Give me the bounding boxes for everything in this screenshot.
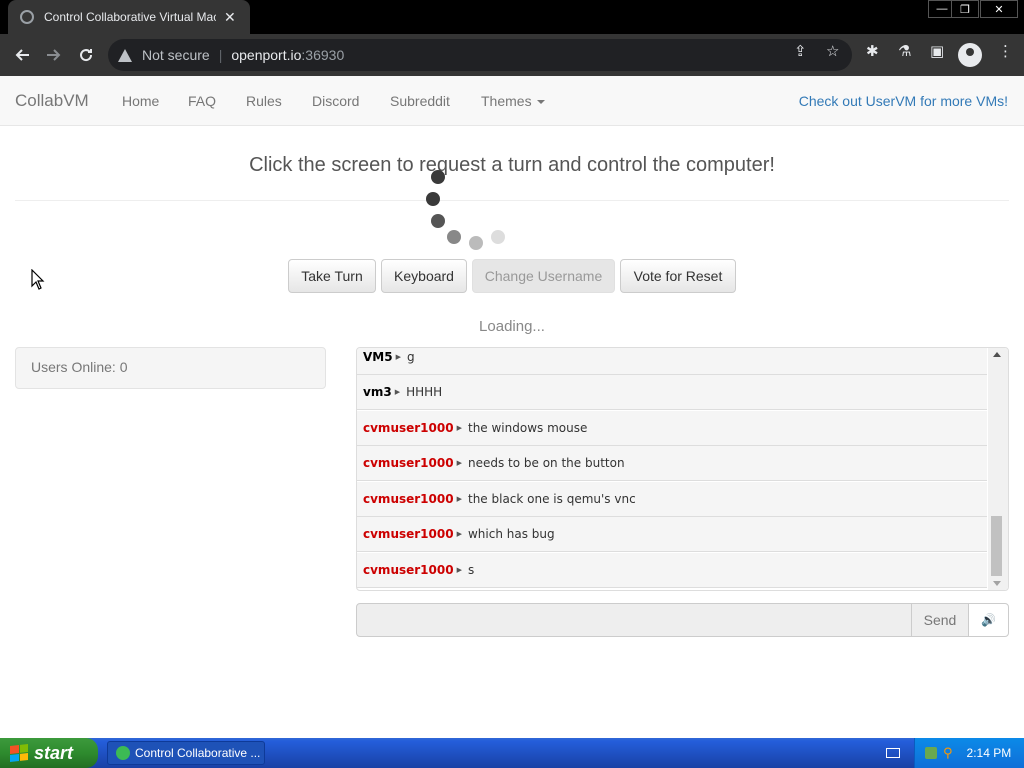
chat-username: cvmuser1000 [363, 421, 454, 435]
address-bar[interactable]: Not secure | openport.io :36930 [108, 39, 852, 71]
extensions-puzzle-icon[interactable]: ✱ [866, 42, 879, 60]
reload-icon [80, 49, 93, 62]
keyboard-button[interactable]: Keyboard [381, 259, 467, 293]
system-tray: ⚲ 2:14 PM [914, 738, 1024, 768]
change-username-button[interactable]: Change Username [472, 259, 615, 293]
volume-button[interactable]: 🔊 [968, 603, 1009, 637]
globe-icon [20, 10, 34, 24]
tab-close-icon[interactable]: ✕ [224, 9, 236, 26]
back-button[interactable] [6, 34, 38, 76]
site-navbar: CollabVM Home FAQ Rules Discord Subreddi… [0, 76, 1024, 126]
chat-username: cvmuser1000 [363, 527, 454, 541]
side-panel-icon[interactable]: ▣ [930, 42, 944, 60]
taskbar-item-browser[interactable]: Control Collaborative ... [107, 741, 265, 765]
forward-arrow-icon [47, 49, 61, 61]
chat-message: cvmuser1000 ▶ the black one is qemu's vnc [357, 482, 987, 517]
page-headline: Click the screen to request a turn and c… [249, 154, 775, 176]
chat-text: s [467, 563, 475, 577]
nav-themes-label: Themes [481, 93, 532, 109]
chat-username: VM5 [363, 350, 393, 364]
chat-panel[interactable]: VM5 ▶ g vm3 ▶ HHHH cvmuser1000 ▶ the windows m… [356, 347, 1009, 591]
chat-arrow-icon: ▶ [456, 424, 462, 432]
mouse-cursor-icon [31, 269, 45, 290]
start-button[interactable]: start [0, 738, 98, 768]
chat-username: cvmuser1000 [363, 563, 454, 577]
nav-home[interactable]: Home [122, 93, 159, 109]
keyboard-tray-icon[interactable] [886, 748, 900, 758]
chat-text: the black one is qemu's vnc [467, 492, 636, 506]
chat-arrow-icon: ▶ [456, 459, 462, 467]
profile-avatar-icon[interactable] [958, 43, 982, 67]
windows-taskbar: start Control Collaborative ... ⚲ 2:14 P… [0, 738, 1024, 768]
chat-text: the windows mouse [467, 421, 588, 435]
chat-message: vm3 ▶ HHHH [357, 375, 987, 410]
chrome-icon [116, 746, 130, 760]
chat-text: needs to be on the button [467, 456, 625, 470]
url-host: openport.io [231, 47, 302, 63]
chat-arrow-icon: ▶ [395, 353, 401, 361]
chat-text: HHHH [406, 385, 443, 399]
scroll-thumb[interactable] [991, 516, 1002, 576]
take-turn-button[interactable]: Take Turn [288, 259, 376, 293]
divider [15, 200, 1009, 201]
forward-button[interactable] [38, 34, 70, 76]
nav-themes-dropdown[interactable]: Themes [481, 93, 545, 109]
start-label: start [34, 742, 74, 763]
speaker-icon: 🔊 [981, 613, 996, 627]
network-tray-icon[interactable] [925, 747, 937, 759]
labs-flask-icon[interactable]: ⚗ [898, 42, 911, 60]
not-secure-warning-icon [118, 48, 132, 62]
chat-scrollbar[interactable] [988, 348, 1008, 590]
restore-button[interactable]: ❐ [951, 0, 979, 18]
back-arrow-icon [15, 49, 29, 61]
omnibox-divider: | [218, 47, 223, 63]
search-tray-icon[interactable]: ⚲ [943, 745, 953, 761]
users-online-panel: Users Online: 0 [15, 347, 326, 389]
browser-tab[interactable]: Control Collaborative Virtual Machine ✕ [8, 0, 250, 34]
bookmark-star-icon[interactable]: ☆ [826, 42, 839, 60]
menu-kebab-icon[interactable]: ⋮ [998, 42, 1013, 60]
chat-text: g [406, 350, 415, 364]
chat-arrow-icon: ▶ [394, 388, 401, 396]
chat-username: cvmuser1000 [363, 492, 454, 506]
security-label: Not secure [142, 47, 210, 63]
browser-titlebar: Control Collaborative Virtual Machine ✕ … [0, 0, 1024, 34]
tab-title: Control Collaborative Virtual Machine [44, 10, 216, 24]
vote-reset-button[interactable]: Vote for Reset [620, 259, 736, 293]
loading-text: Loading... [479, 318, 545, 335]
nav-rules[interactable]: Rules [246, 93, 282, 109]
chat-username: vm3 [363, 385, 392, 399]
chat-username: cvmuser1000 [363, 456, 454, 470]
brand-logo[interactable]: CollabVM [15, 91, 89, 111]
caret-down-icon [536, 100, 545, 105]
chat-text: which has bug [467, 527, 555, 541]
scroll-down-icon[interactable] [993, 581, 1001, 586]
taskbar-item-label: Control Collaborative ... [135, 746, 261, 760]
url-port: :36930 [301, 47, 345, 63]
chat-arrow-icon: ▶ [456, 566, 462, 574]
browser-toolbar: Not secure | openport.io :36930 ⇪ ☆ ✱ ⚗ … [0, 34, 1024, 76]
chat-message: cvmuser1000 ▶ s [357, 553, 987, 588]
close-window-button[interactable]: ✕ [980, 0, 1018, 18]
chat-input[interactable] [356, 603, 912, 637]
chat-arrow-icon: ▶ [456, 530, 462, 538]
send-button[interactable]: Send [911, 603, 969, 637]
chat-message: cvmuser1000 ▶ needs to be on the button [357, 446, 987, 481]
nav-faq[interactable]: FAQ [188, 93, 216, 109]
scroll-up-icon[interactable] [993, 352, 1001, 357]
chat-message: cvmuser1000 ▶ the windows mouse [357, 411, 987, 446]
nav-discord[interactable]: Discord [312, 93, 359, 109]
chat-message: cvmuser1000 ▶ which has bug [357, 517, 987, 552]
windows-flag-icon [10, 744, 28, 762]
nav-subreddit[interactable]: Subreddit [390, 93, 450, 109]
chat-arrow-icon: ▶ [456, 495, 462, 503]
reload-button[interactable] [70, 34, 102, 76]
share-icon[interactable]: ⇪ [794, 42, 807, 60]
chat-message: VM5 ▶ g [357, 348, 987, 375]
clock[interactable]: 2:14 PM [967, 746, 1012, 760]
uservm-link[interactable]: Check out UserVM for more VMs! [799, 93, 1008, 109]
